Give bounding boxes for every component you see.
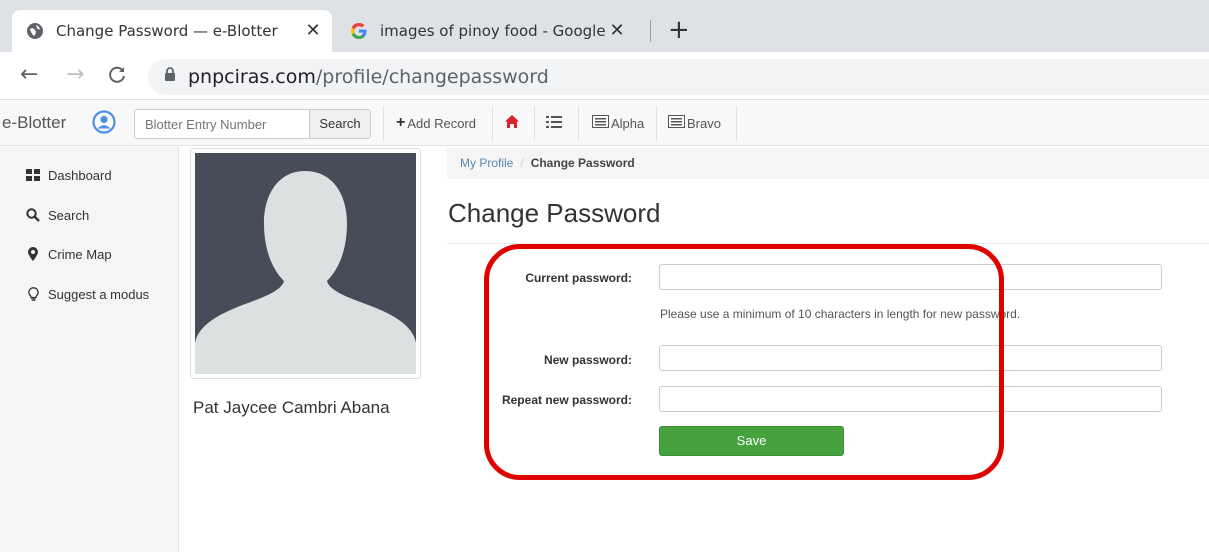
close-icon[interactable]: ✕ [302,20,324,42]
google-icon [350,22,368,40]
breadcrumb-current: Change Password [530,156,635,170]
list-icon [546,115,562,132]
tab-google-search[interactable]: images of pinoy food - Google Se ✕ [336,10,636,52]
divider [534,106,535,140]
sidebar-item-label: Suggest a modus [48,286,150,302]
divider [578,106,579,140]
sidebar-item-label: Dashboard [48,167,112,183]
divider [736,106,737,140]
tab-title: images of pinoy food - Google Se [380,22,606,40]
url-host: pnpciras.com [188,66,316,88]
forward-arrow-icon[interactable]: → [66,62,84,87]
tab-divider [650,20,651,42]
sidebar-item-label: Search [48,207,90,223]
divider [492,106,493,140]
app-navbar: e-Blotter Search + Add Record Alpha Brav… [0,100,1209,146]
add-record-button[interactable]: + Add Record [396,110,476,136]
form-icon [668,115,685,131]
sidebar-item-suggest-modus[interactable]: Suggest a modus [26,284,149,304]
globe-icon [26,22,44,40]
url-text: pnpciras.com/profile/changepassword [188,66,549,88]
avatar [190,148,421,379]
breadcrumb-my-profile[interactable]: My Profile [460,156,513,170]
avatar-placeholder [195,153,416,374]
browser-tab-strip: Change Password — e-Blotter ✕ images of … [0,0,1209,52]
reload-icon[interactable] [108,62,128,91]
grid-icon [26,169,40,181]
sidebar-item-search[interactable]: Search [26,205,89,225]
highlight-annotation [484,244,1004,480]
tab-title: Change Password — e-Blotter [56,22,278,40]
url-path: /profile/changepassword [315,66,549,88]
home-icon [504,114,520,132]
breadcrumb: My Profile / Change Password [447,148,1209,179]
user-circle-icon[interactable] [92,110,116,139]
address-bar[interactable]: pnpciras.com/profile/changepassword [148,59,1209,95]
sidebar-item-label: Crime Map [48,246,112,262]
plus-icon: + [396,114,406,131]
list-button[interactable] [546,110,562,136]
brand[interactable]: e-Blotter [2,113,66,133]
alpha-button[interactable]: Alpha [592,110,644,136]
search-icon [26,208,40,222]
new-tab-button[interactable]: + [668,14,690,46]
tab-change-password[interactable]: Change Password — e-Blotter ✕ [12,10,332,52]
bravo-button[interactable]: Bravo [668,110,721,136]
browser-toolbar: ← → pnpciras.com/profile/changepassword [0,52,1209,100]
close-icon[interactable]: ✕ [606,20,628,42]
add-record-label: Add Record [407,115,476,131]
divider [383,106,384,140]
lock-icon [164,67,176,87]
blotter-search-input[interactable] [134,109,310,139]
profile-name: Pat Jaycee Cambri Abana [193,398,390,417]
search-button[interactable]: Search [309,109,371,139]
sidebar: Dashboard Search Crime Map Suggest a mod… [0,147,179,552]
bravo-label: Bravo [687,115,721,131]
home-button[interactable] [504,110,520,136]
person-silhouette-icon [195,171,416,374]
back-arrow-icon[interactable]: ← [20,62,38,87]
map-marker-icon [26,247,40,261]
page-title: Change Password [448,198,661,228]
divider [656,106,657,140]
sidebar-item-crime-map[interactable]: Crime Map [26,244,112,264]
breadcrumb-separator: / [520,156,524,170]
sidebar-item-dashboard[interactable]: Dashboard [26,165,112,185]
lightbulb-icon [26,287,40,301]
form-icon [592,115,609,131]
alpha-label: Alpha [611,115,645,131]
